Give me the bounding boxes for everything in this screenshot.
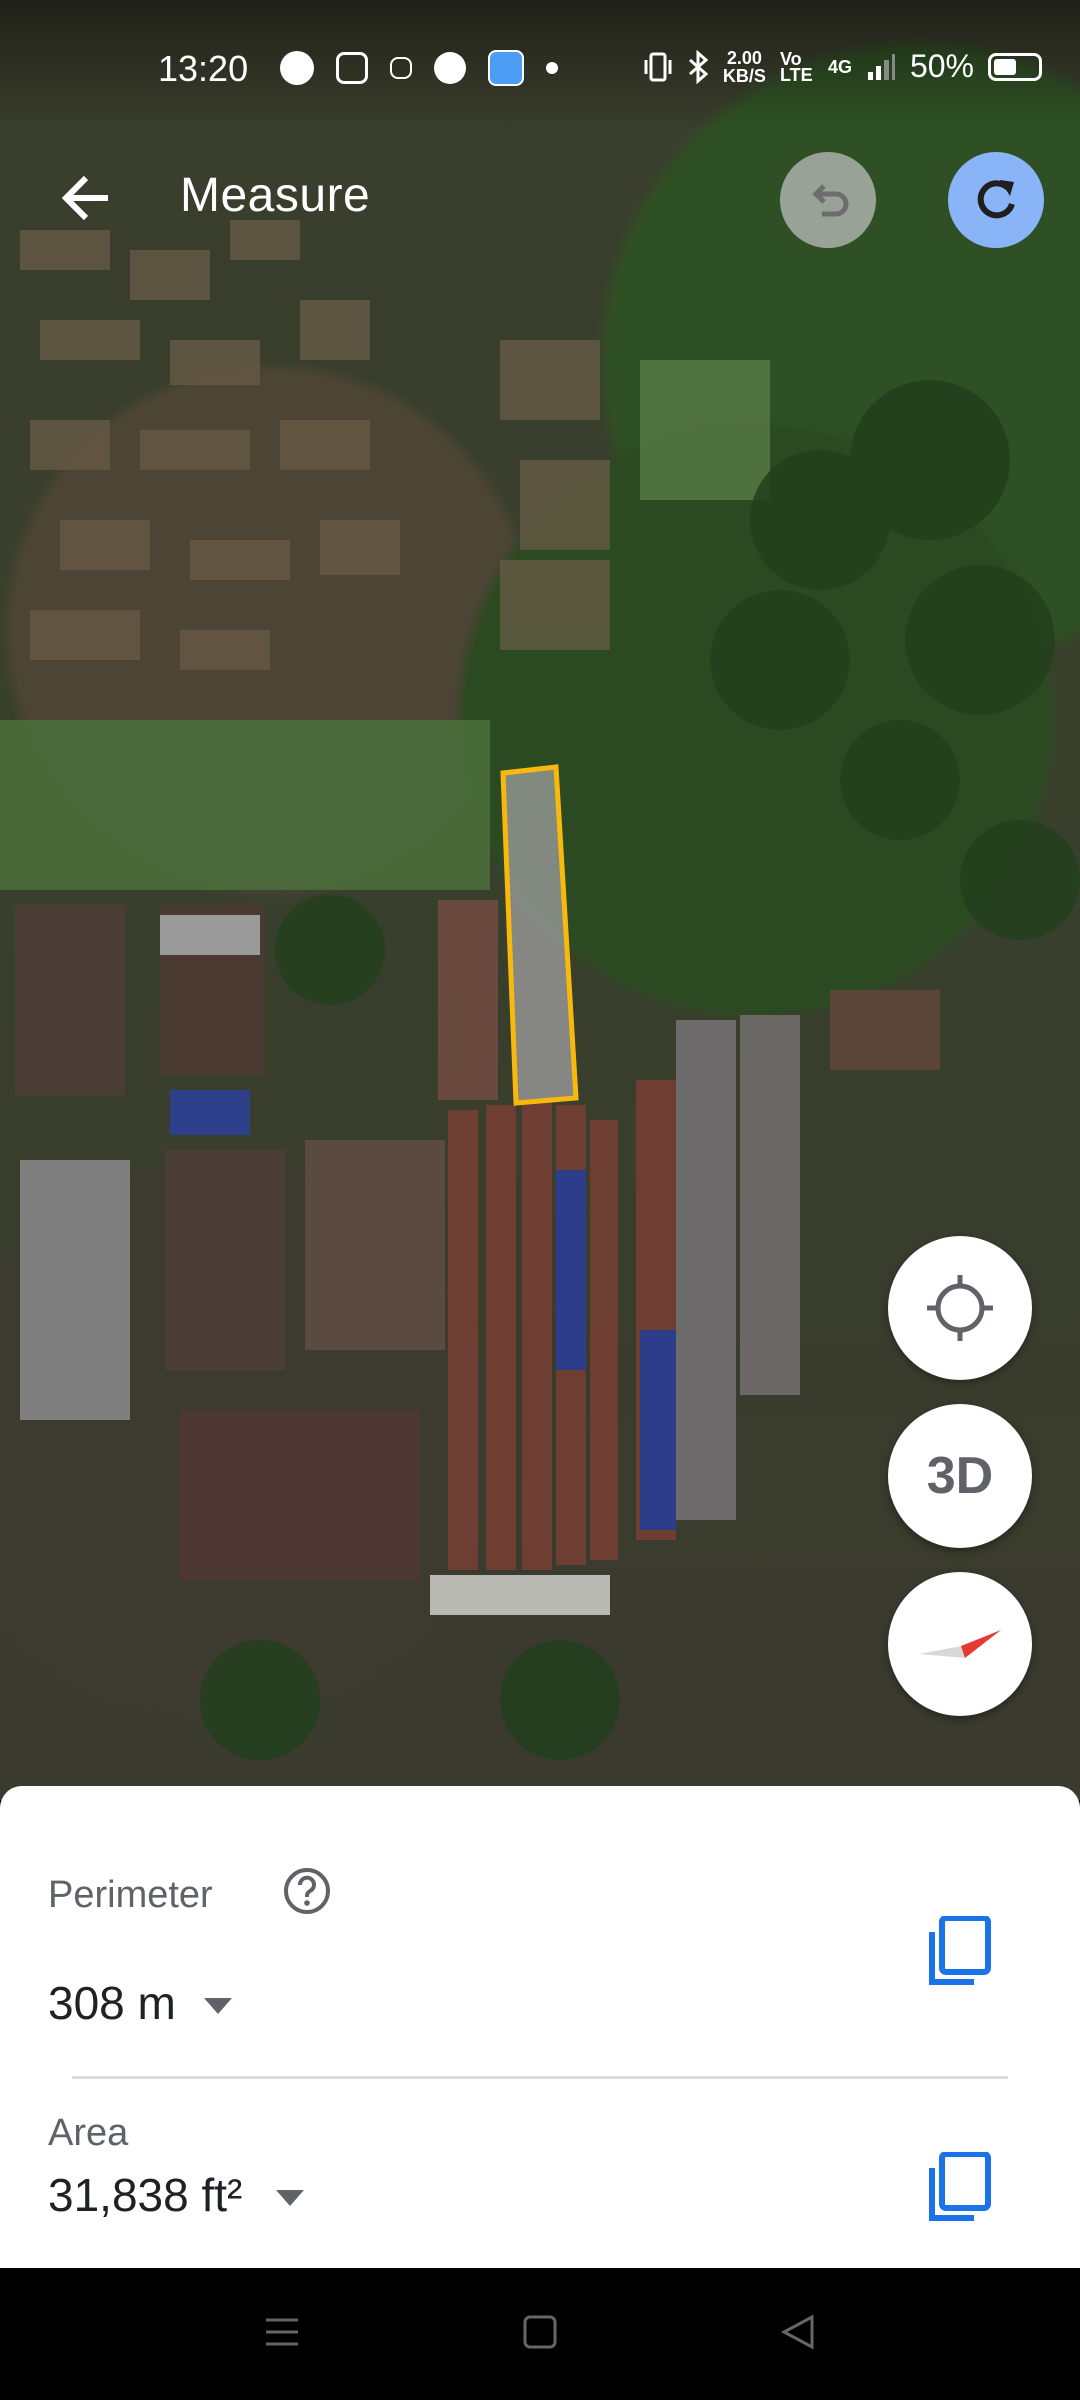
redo-icon — [977, 180, 1015, 219]
messages-icon — [280, 51, 314, 85]
facebook-icon — [434, 52, 466, 84]
redo-button[interactable] — [948, 152, 1044, 248]
divider — [72, 2076, 1008, 2079]
area-label: Area — [48, 2112, 129, 2154]
undo-button[interactable] — [780, 152, 876, 248]
my-location-button[interactable] — [888, 1236, 1032, 1380]
measurement-sheet: Perimeter 308 m Area 31,838 ft² — [0, 1786, 1080, 2268]
system-icons: 2.00 KB/S Vo LTE 4G 50% — [643, 48, 1042, 85]
home-icon[interactable] — [520, 2312, 560, 2352]
battery-icon — [988, 52, 1042, 81]
signal-icon — [867, 53, 895, 80]
notification-icons — [280, 50, 558, 86]
arrow-back-icon — [61, 175, 108, 221]
status-time: 13:20 — [158, 48, 249, 89]
copy-perimeter-button[interactable] — [928, 1916, 992, 1986]
crosshair-icon — [927, 1275, 993, 1341]
volte-indicator: Vo LTE — [779, 48, 813, 85]
network-speed: 2.00 KB/S — [722, 47, 766, 86]
area-unit-dropdown-icon[interactable] — [274, 2188, 306, 2208]
camera-icon — [390, 57, 412, 79]
perimeter-label: Perimeter — [48, 1874, 213, 1916]
bluetooth-icon — [688, 49, 709, 84]
back-triangle-icon[interactable] — [778, 2312, 818, 2352]
3d-toggle-button[interactable]: 3D — [888, 1404, 1032, 1548]
area-value: 31,838 ft² — [48, 2169, 243, 2221]
perimeter-unit-dropdown-icon[interactable] — [202, 1996, 234, 2016]
vibrate-icon — [644, 52, 672, 81]
status-bar: 13:20 2.00 KB/S Vo LTE 4G 50% — [0, 0, 1080, 130]
help-icon[interactable] — [282, 1866, 332, 1916]
page-title: Measure — [180, 169, 371, 222]
menu-icon[interactable] — [262, 2312, 302, 2352]
measured-area-outline — [500, 764, 579, 1106]
back-button[interactable] — [48, 160, 124, 236]
perimeter-value: 308 m — [48, 1977, 176, 2029]
more-notifications-icon — [546, 62, 558, 74]
undo-icon — [812, 184, 849, 217]
instagram-icon — [336, 52, 368, 84]
app-icon — [488, 50, 524, 86]
copy-area-button[interactable] — [928, 2152, 992, 2222]
network-type: 4G — [827, 56, 852, 77]
system-nav-bar — [0, 2268, 1080, 2400]
battery-percent: 50% — [909, 48, 974, 84]
compass-icon — [919, 1630, 1001, 1658]
compass-button[interactable] — [888, 1572, 1032, 1716]
